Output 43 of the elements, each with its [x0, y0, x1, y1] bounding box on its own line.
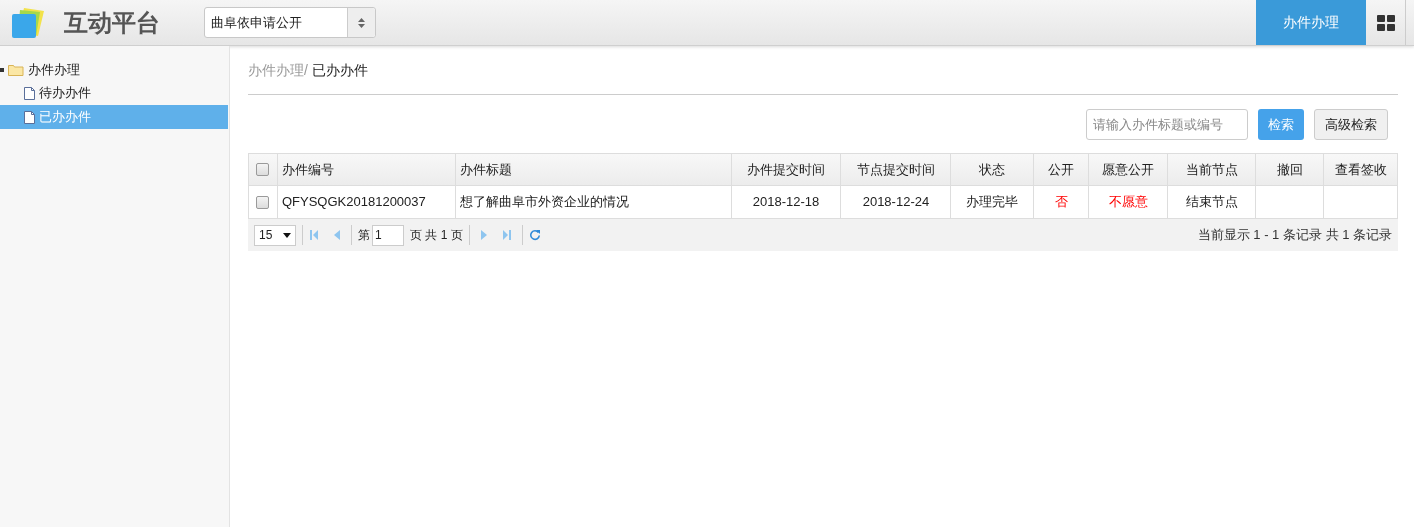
table-cell-text: 办理完毕 [966, 193, 1019, 212]
column-header: 状态 [951, 154, 1035, 185]
breadcrumb-current: 已办办件 [311, 60, 368, 80]
sort-caret-icon [358, 17, 365, 28]
column-header: 办件编号 [277, 154, 456, 185]
table-cell-text: QFYSQGK20181200037 [281, 193, 426, 212]
dropdown-caret-icon [283, 232, 291, 238]
column-header: 愿意公开 [1089, 154, 1169, 185]
grid-icon [1376, 14, 1395, 31]
refresh-icon[interactable] [528, 229, 541, 241]
column-header: 公开 [1034, 154, 1090, 185]
table-cell-text: 否 [1054, 193, 1068, 212]
checkbox[interactable] [256, 195, 270, 209]
search-button[interactable]: 高级检索 [1314, 109, 1388, 140]
previous-page-icon[interactable] [333, 230, 341, 240]
document-icon [24, 110, 35, 124]
column-header: 节点提交时间 [841, 154, 952, 185]
column-header: 办件标题 [455, 154, 732, 185]
tree-item[interactable]: 办件办理 [0, 58, 229, 81]
next-page-icon[interactable] [479, 230, 488, 240]
table-cell-text: 2018-12-24 [862, 193, 930, 212]
checkbox[interactable] [256, 163, 270, 176]
record-summary: 当前显示 1 - 1 条记录 共 1 条记录 [1197, 226, 1392, 245]
table-cell-text: 结束节点 [1185, 193, 1238, 212]
app-title: 互动平台 [64, 7, 160, 38]
folder-icon [8, 63, 24, 76]
page-total-text: 页 共 1 页 [410, 227, 463, 244]
project-select[interactable]: 曲阜依申请公开 [204, 7, 376, 38]
column-header: 办件提交时间 [731, 154, 842, 185]
last-page-icon[interactable] [501, 230, 512, 240]
page-label: 第 [358, 227, 370, 244]
table-cell-text: 2018-12-18 [752, 193, 820, 212]
search-field[interactable]: 请输入办件标题或编号 [1086, 109, 1248, 140]
document-icon [24, 86, 35, 100]
column-header: 当前节点 [1168, 154, 1257, 185]
tree-item[interactable]: 待办办件 [0, 81, 228, 105]
column-header: 撤回 [1256, 154, 1325, 185]
table-cell-text: 想了解曲阜市外资企业的情况 [459, 193, 629, 212]
column-header: 查看签收 [1333, 160, 1388, 179]
page-size-select[interactable]: 15 [254, 224, 296, 246]
table-cell-text: 不愿意 [1108, 193, 1148, 212]
first-page-icon[interactable] [309, 230, 319, 240]
page-number-field[interactable]: 1 [372, 224, 404, 246]
